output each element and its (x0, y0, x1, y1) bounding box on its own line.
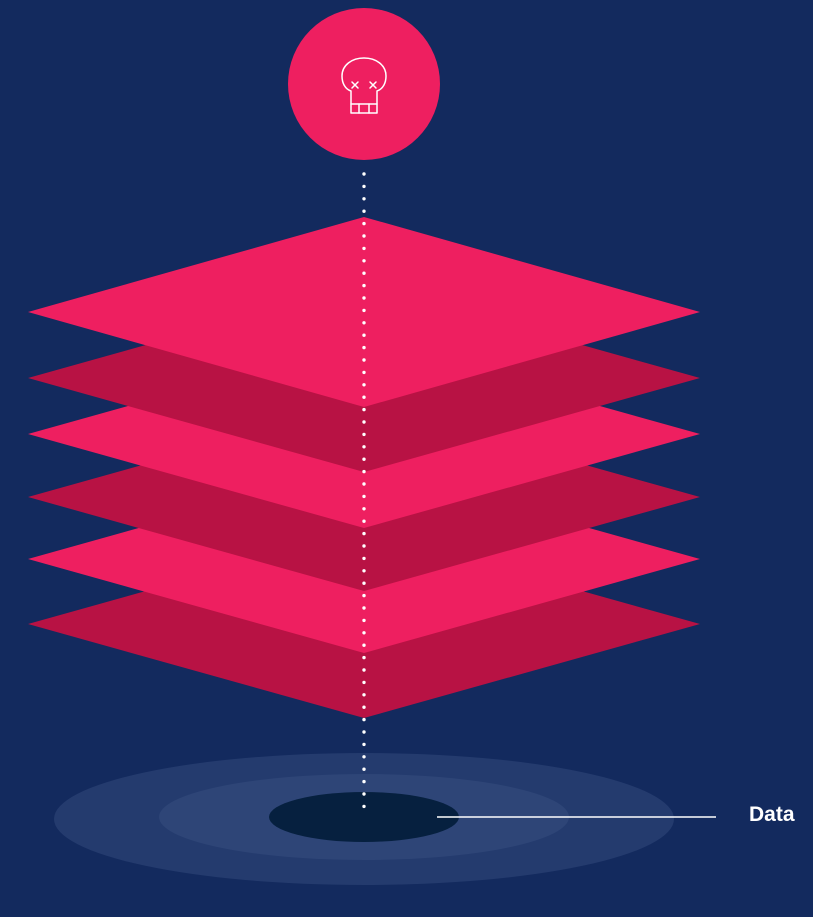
connector-dot (362, 420, 366, 424)
connector-dot (362, 804, 366, 809)
connector-dot (362, 655, 366, 660)
connector-dot (362, 507, 366, 511)
connector-dot (362, 680, 366, 685)
connector-dot (362, 333, 366, 337)
connector-dot (362, 457, 366, 461)
connector-dot (362, 581, 366, 585)
data-label: Data (749, 803, 795, 826)
connector-dot (362, 767, 366, 771)
skull-circle (288, 8, 440, 160)
connector-dot (362, 668, 366, 672)
connector-dot (362, 556, 366, 561)
connector-dot (362, 259, 366, 263)
connector-dot (362, 432, 366, 437)
connector-dot (362, 569, 366, 573)
connector-dot (362, 544, 366, 548)
connector-dot (362, 283, 366, 288)
connector-dot (362, 494, 366, 499)
connector-dot (362, 407, 366, 412)
connector-dot (362, 445, 366, 449)
connector-dot (362, 631, 366, 635)
connector-dot (362, 383, 366, 387)
connector-dot (362, 705, 366, 709)
connector-dot (362, 308, 366, 313)
connector-dot (362, 209, 366, 213)
connector-dot (362, 221, 366, 226)
connector-dot (362, 358, 366, 362)
connector-dot (362, 531, 366, 536)
connector-dot (362, 184, 366, 189)
connector-dot (362, 593, 366, 598)
connector-dot (362, 730, 366, 734)
connector-dot (362, 755, 366, 759)
connector-dot (362, 271, 366, 275)
layer-stack-diagram (28, 8, 716, 885)
connector-dot (362, 779, 366, 784)
connector-dot (362, 717, 366, 722)
connector-dot (362, 606, 366, 610)
ground-ripples (54, 753, 674, 885)
connector-dot (362, 172, 366, 176)
connector-dot (362, 519, 366, 523)
connector-dot (362, 321, 366, 325)
diagram-canvas: Data (0, 0, 813, 917)
skull-node (288, 8, 440, 160)
connector-dot (362, 643, 366, 647)
connector-dot (362, 618, 366, 623)
connector-dot (362, 246, 366, 251)
connector-dot (362, 742, 366, 747)
connector-dot (362, 395, 366, 399)
connector-dot (362, 370, 366, 375)
connector-dot (362, 234, 366, 238)
connector-dot (362, 469, 366, 474)
connector-dot (362, 345, 366, 350)
connector-dot (362, 296, 366, 300)
data-hole (269, 792, 459, 842)
connector-dot (362, 792, 366, 796)
connector-dot (362, 693, 366, 697)
layer-stack (28, 217, 700, 718)
connector-dot (362, 197, 366, 201)
connector-dot (362, 482, 366, 486)
